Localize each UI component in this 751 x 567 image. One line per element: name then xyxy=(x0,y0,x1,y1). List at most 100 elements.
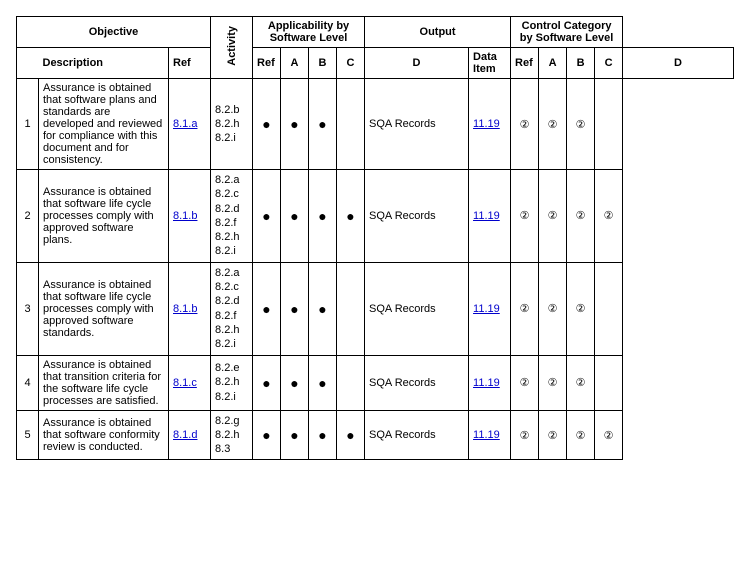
row-appl-b: ● xyxy=(281,262,309,355)
row-ref-objective-link[interactable]: 8.1.c xyxy=(173,377,197,389)
hdr-data-item: Data Item xyxy=(469,48,511,79)
row-cc-b: ② xyxy=(539,410,567,460)
hdr-appl-b: B xyxy=(309,48,337,79)
row-cc-a: ② xyxy=(511,170,539,263)
row-appl-a: ● xyxy=(253,410,281,460)
row-ref-objective[interactable]: 8.1.b xyxy=(169,262,211,355)
row-appl-a: ● xyxy=(253,262,281,355)
hdr-appl-d: D xyxy=(365,48,469,79)
row-cc-c: ② xyxy=(567,410,595,460)
row-appl-d xyxy=(337,262,365,355)
row-cc-a: ② xyxy=(511,410,539,460)
hdr-description: Description xyxy=(39,48,169,79)
row-cc-c: ② xyxy=(567,262,595,355)
table-row: 4Assurance is obtained that transition c… xyxy=(17,355,734,410)
row-ref-objective-link[interactable]: 8.1.b xyxy=(173,210,197,222)
objectives-table: Objective Activity Applicability by Soft… xyxy=(16,16,734,460)
hdr-cc-c: C xyxy=(595,48,623,79)
hdr-output: Output xyxy=(365,17,511,48)
row-cc-a: ② xyxy=(511,355,539,410)
row-data-item: SQA Records xyxy=(365,79,469,170)
row-cc-b: ② xyxy=(539,355,567,410)
row-data-item: SQA Records xyxy=(365,170,469,263)
table-row: 1Assurance is obtained that software pla… xyxy=(17,79,734,170)
row-appl-d: ● xyxy=(337,170,365,263)
hdr-control: Control Category by Software Level xyxy=(511,17,623,48)
hdr-appl-a: A xyxy=(281,48,309,79)
hdr-cc-b: B xyxy=(567,48,595,79)
row-description: Assurance is obtained that software conf… xyxy=(39,410,169,460)
row-ref-objective[interactable]: 8.1.d xyxy=(169,410,211,460)
row-ref-objective-link[interactable]: 8.1.a xyxy=(173,118,197,130)
hdr-appl-c: C xyxy=(337,48,365,79)
row-activity-ref: 8.2.a 8.2.c 8.2.d 8.2.f 8.2.h 8.2.i xyxy=(211,262,253,355)
table-row: 2Assurance is obtained that software lif… xyxy=(17,170,734,263)
row-description: Assurance is obtained that software plan… xyxy=(39,79,169,170)
row-ref-objective-link[interactable]: 8.1.d xyxy=(173,429,197,441)
row-activity-ref: 8.2.b 8.2.h 8.2.i xyxy=(211,79,253,170)
row-ref-output-link[interactable]: 11.19 xyxy=(473,118,500,130)
row-ref-objective[interactable]: 8.1.a xyxy=(169,79,211,170)
hdr-number xyxy=(17,48,39,79)
row-cc-d: ② xyxy=(595,170,623,263)
table-row: 5Assurance is obtained that software con… xyxy=(17,410,734,460)
row-number: 4 xyxy=(17,355,39,410)
row-appl-a: ● xyxy=(253,355,281,410)
row-ref-output[interactable]: 11.19 xyxy=(469,410,511,460)
row-ref-output-link[interactable]: 11.19 xyxy=(473,377,500,389)
row-data-item: SQA Records xyxy=(365,410,469,460)
row-description: Assurance is obtained that software life… xyxy=(39,262,169,355)
row-appl-a: ● xyxy=(253,79,281,170)
row-appl-b: ● xyxy=(281,79,309,170)
row-number: 1 xyxy=(17,79,39,170)
row-number: 3 xyxy=(17,262,39,355)
row-cc-b: ② xyxy=(539,79,567,170)
row-appl-c: ● xyxy=(309,410,337,460)
row-cc-c: ② xyxy=(567,355,595,410)
row-ref-output-link[interactable]: 11.19 xyxy=(473,210,500,222)
row-data-item: SQA Records xyxy=(365,262,469,355)
row-ref-output[interactable]: 11.19 xyxy=(469,355,511,410)
row-appl-c: ● xyxy=(309,262,337,355)
row-cc-b: ② xyxy=(539,170,567,263)
row-ref-output[interactable]: 11.19 xyxy=(469,79,511,170)
hdr-ref-act: Ref xyxy=(253,48,281,79)
row-number: 2 xyxy=(17,170,39,263)
row-ref-objective[interactable]: 8.1.c xyxy=(169,355,211,410)
row-ref-output-link[interactable]: 11.19 xyxy=(473,303,500,315)
row-appl-b: ● xyxy=(281,355,309,410)
row-ref-output-link[interactable]: 11.19 xyxy=(473,429,500,441)
row-cc-c: ② xyxy=(567,79,595,170)
row-description: Assurance is obtained that software life… xyxy=(39,170,169,263)
row-appl-a: ● xyxy=(253,170,281,263)
row-cc-a: ② xyxy=(511,262,539,355)
row-appl-c: ● xyxy=(309,79,337,170)
hdr-ref-out: Ref xyxy=(511,48,539,79)
row-cc-d xyxy=(595,79,623,170)
row-appl-c: ● xyxy=(309,170,337,263)
row-cc-a: ② xyxy=(511,79,539,170)
row-appl-d: ● xyxy=(337,410,365,460)
row-ref-output[interactable]: 11.19 xyxy=(469,262,511,355)
row-appl-d xyxy=(337,79,365,170)
table-row: 3Assurance is obtained that software lif… xyxy=(17,262,734,355)
row-cc-b: ② xyxy=(539,262,567,355)
row-ref-objective-link[interactable]: 8.1.b xyxy=(173,303,197,315)
row-ref-output[interactable]: 11.19 xyxy=(469,170,511,263)
row-appl-b: ● xyxy=(281,170,309,263)
row-activity-ref: 8.2.e 8.2.h 8.2.i xyxy=(211,355,253,410)
hdr-activity: Activity xyxy=(211,17,253,79)
row-description: Assurance is obtained that transition cr… xyxy=(39,355,169,410)
row-cc-d xyxy=(595,262,623,355)
row-ref-objective[interactable]: 8.1.b xyxy=(169,170,211,263)
row-activity-ref: 8.2.g 8.2.h 8.3 xyxy=(211,410,253,460)
row-data-item: SQA Records xyxy=(365,355,469,410)
row-activity-ref: 8.2.a 8.2.c 8.2.d 8.2.f 8.2.h 8.2.i xyxy=(211,170,253,263)
row-appl-c: ● xyxy=(309,355,337,410)
row-cc-c: ② xyxy=(567,170,595,263)
hdr-ref-obj: Ref xyxy=(169,48,211,79)
row-number: 5 xyxy=(17,410,39,460)
row-cc-d xyxy=(595,355,623,410)
hdr-cc-a: A xyxy=(539,48,567,79)
row-cc-d: ② xyxy=(595,410,623,460)
